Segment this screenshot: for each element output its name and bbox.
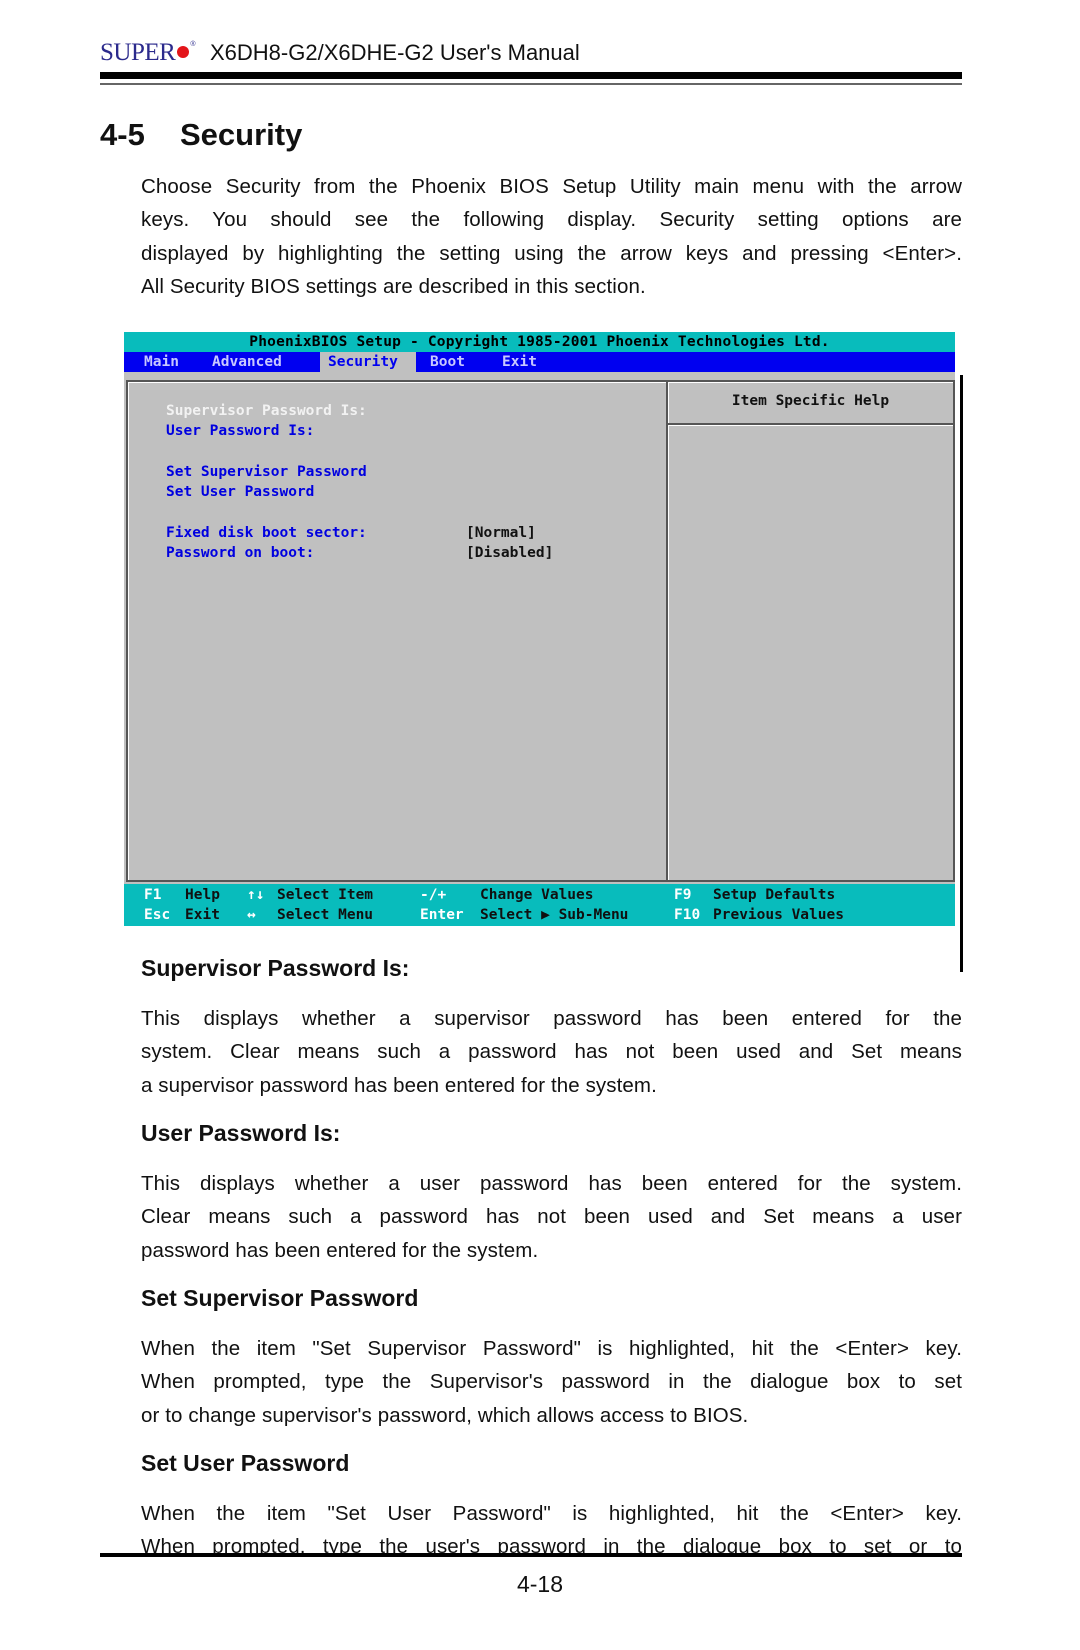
text-line: a supervisor password has been entered f… xyxy=(141,1073,657,1097)
section-number: 4-5 xyxy=(100,117,145,152)
key-desc: Exit xyxy=(185,907,220,923)
key-desc: Select Menu xyxy=(277,907,374,923)
text-line: keys. You should see the following displ… xyxy=(141,208,962,232)
key-enter: Enter xyxy=(420,907,464,923)
change-bar xyxy=(960,375,963,972)
text-line: When the item "Set Supervisor Password" … xyxy=(141,1337,962,1360)
item-set-supervisor-password[interactable]: Set Supervisor Password xyxy=(166,463,367,481)
key-desc: Select ▶ Sub-Menu xyxy=(480,907,629,923)
key-f10: F10 xyxy=(674,907,701,923)
value-password-on-boot[interactable]: [Disabled] xyxy=(466,544,553,562)
registered-mark-icon: ® xyxy=(190,41,196,48)
intro-paragraph: Choose Security from the Phoenix BIOS Se… xyxy=(141,170,962,304)
manual-title: X6DH8-G2/X6DHE-G2 User's Manual xyxy=(210,40,580,65)
text-line: All Security BIOS settings are described… xyxy=(141,275,646,299)
subsection-heading: Supervisor Password Is: xyxy=(141,955,410,981)
item-set-user-password[interactable]: Set User Password xyxy=(166,483,314,501)
bios-menu-bar: Main Advanced Security Boot Exit xyxy=(124,352,955,372)
value-fixed-disk-boot-sector[interactable]: [Normal] xyxy=(466,524,536,542)
key-desc: Help xyxy=(185,887,220,903)
subsection-heading: Set Supervisor Password xyxy=(141,1285,419,1311)
subsection-paragraph: When the item "Set Supervisor Password" … xyxy=(141,1332,962,1432)
brand-dot-icon xyxy=(177,46,190,58)
bios-screenshot: PhoenixBIOS Setup - Copyright 1985-2001 … xyxy=(124,332,955,926)
text-line: or to change supervisor's password, whic… xyxy=(141,1403,749,1427)
bios-key-legend: F1 Help ↑↓ Select Item -/+ Change Values… xyxy=(124,884,955,926)
text-line: This displays whether a user password ha… xyxy=(141,1172,962,1195)
subsection-heading: User Password Is: xyxy=(141,1120,341,1146)
key-desc: Change Values xyxy=(480,887,594,903)
header-rule-thick xyxy=(100,72,962,79)
menu-tab-exit[interactable]: Exit xyxy=(502,352,562,372)
page-number: 4-18 xyxy=(516,1571,564,1597)
text-line: When prompted, type the user's password … xyxy=(141,1535,962,1559)
section-title-text: Security xyxy=(180,117,303,152)
section-title: 4-5 Security xyxy=(100,116,302,154)
key-left-right-icon: ↔ xyxy=(247,907,256,923)
item-password-on-boot[interactable]: Password on boot: xyxy=(166,544,314,562)
help-panel-title: Item Specific Help xyxy=(668,382,953,425)
subsection-paragraph: This displays whether a supervisor passw… xyxy=(141,1002,962,1102)
key-minus-plus: -/+ xyxy=(420,887,447,903)
text-line: When the item "Set User Password" is hig… xyxy=(141,1502,962,1525)
text-line: system. Clear means such a password has … xyxy=(141,1040,962,1064)
menu-spacer xyxy=(124,352,144,372)
text-line: This displays whether a supervisor passw… xyxy=(141,1007,962,1030)
text-line: password has been entered for the system… xyxy=(141,1238,539,1262)
menu-tab-advanced[interactable]: Advanced xyxy=(212,352,320,372)
item-fixed-disk-boot-sector[interactable]: Fixed disk boot sector: xyxy=(166,524,367,542)
text-line: Choose Security from the Phoenix BIOS Se… xyxy=(141,175,962,198)
key-desc: Setup Defaults xyxy=(713,887,836,903)
item-user-password-is[interactable]: User Password Is: xyxy=(166,422,314,440)
bios-settings-panel: Supervisor Password Is: User Password Is… xyxy=(126,380,668,882)
subsection-heading: Set User Password xyxy=(141,1450,350,1476)
supermicro-logo: SUPER ® xyxy=(100,38,195,66)
key-f9: F9 xyxy=(674,887,692,903)
bios-title-bar: PhoenixBIOS Setup - Copyright 1985-2001 … xyxy=(124,332,955,352)
text-line: Clear means such a password has not been… xyxy=(141,1205,962,1229)
footer-rule xyxy=(100,1553,962,1557)
menu-tab-security[interactable]: Security xyxy=(320,352,416,372)
bios-help-panel: Item Specific Help xyxy=(666,380,955,882)
key-up-down-icon: ↑↓ xyxy=(247,887,265,903)
brand-wordmark: SUPER xyxy=(100,39,176,66)
subsection-paragraph: This displays whether a user password ha… xyxy=(141,1167,962,1267)
text-line: displayed by highlighting the setting us… xyxy=(141,241,962,265)
key-desc: Previous Values xyxy=(713,907,844,923)
menu-tab-main[interactable]: Main xyxy=(144,352,212,372)
key-desc: Select Item xyxy=(277,887,374,903)
key-f1: F1 xyxy=(144,887,162,903)
header-rule-thin xyxy=(100,83,962,85)
item-supervisor-password-is: Supervisor Password Is: xyxy=(166,403,367,419)
key-esc: Esc xyxy=(144,907,171,923)
text-line: When prompted, type the Supervisor's pas… xyxy=(141,1370,962,1394)
menu-tab-boot[interactable]: Boot xyxy=(416,352,502,372)
